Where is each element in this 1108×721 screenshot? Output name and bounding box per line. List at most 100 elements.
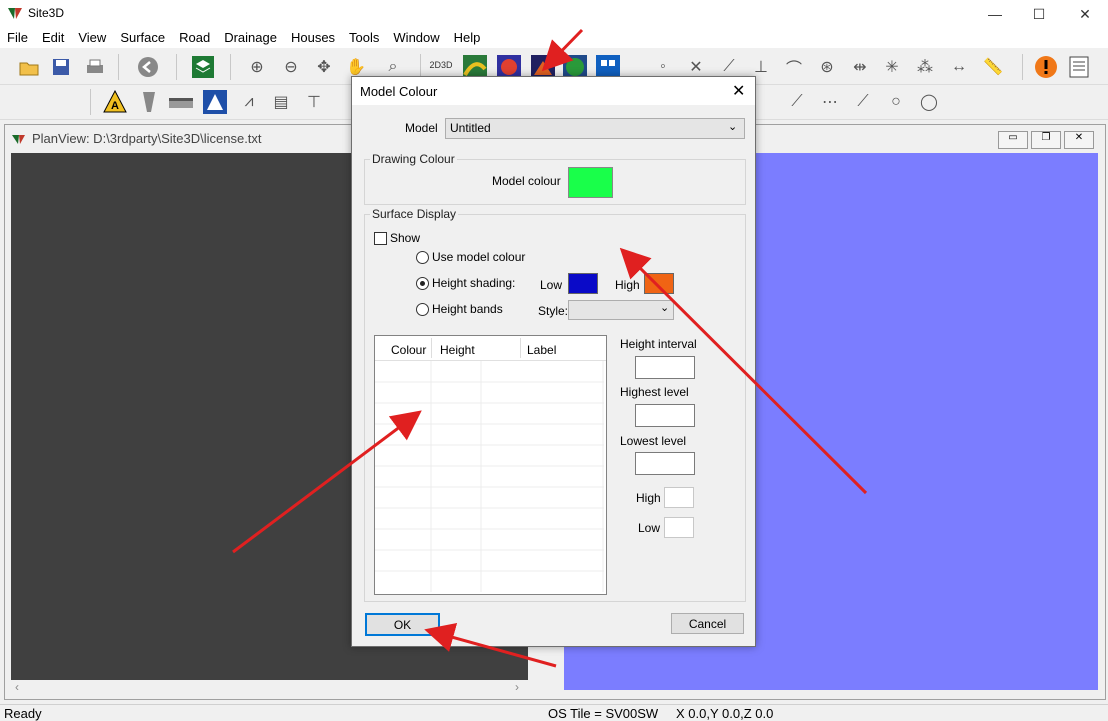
column-height: Height [440,343,475,357]
maximize-button[interactable]: ☐ [1016,0,1062,28]
menu-surface[interactable]: Surface [113,28,172,48]
menu-window[interactable]: Window [386,28,446,48]
dialog-close-icon[interactable]: ✕ [732,81,745,101]
chevron-down-icon: ⌄ [728,121,738,133]
report-icon[interactable] [1066,54,1092,80]
app-logo-icon [7,6,23,20]
height-bands-table[interactable]: Colour Height Label [374,335,607,595]
low-colour-label: Low [540,278,563,292]
surface-display-label: Surface Display [370,207,459,221]
scroll-left-icon[interactable]: ‹ [15,680,19,694]
table-grid [375,361,604,592]
style-label: Style: [538,304,569,318]
ramp-icon[interactable]: ⩘ [236,89,262,115]
back-arrow-icon[interactable] [135,54,161,80]
menu-drainage[interactable]: Drainage [217,28,284,48]
height-interval-input[interactable] [635,356,695,379]
model-colour-label: Model colour [492,174,561,188]
highest-level-input[interactable] [635,404,695,427]
horizontal-scrollbar[interactable]: ‹ › [11,680,528,695]
zoom-out-icon[interactable]: ⊖ [278,54,304,80]
save-icon[interactable] [48,54,74,80]
drawing-colour-label: Drawing Colour [370,152,457,166]
table-header: Colour Height Label [375,336,606,361]
coords-text: X 0.0,Y 0.0,Z 0.0 [676,706,774,721]
column-colour: Colour [391,343,427,357]
ok-button[interactable]: OK [365,613,440,636]
road-section-icon[interactable] [136,89,162,115]
model-colour-dialog: Model Colour ✕ Model Untitled ⌄ Drawing … [351,76,756,647]
show-checkbox[interactable] [374,232,387,245]
move-tool-icon[interactable]: ⇹ [847,54,873,80]
table-icon[interactable]: ▤ [268,89,294,115]
column-label: Label [527,343,557,357]
height-shading-label: Height shading: [432,276,516,290]
dimension-tool-icon[interactable]: ↔ [946,54,972,80]
menu-bar: File Edit View Surface Road Drainage Hou… [0,28,1108,48]
use-model-colour-radio[interactable] [416,251,429,264]
ruler-tool-icon[interactable]: 📏 [980,54,1006,80]
high-colour-label: High [615,278,640,292]
model-select[interactable]: Untitled ⌄ [445,118,745,139]
road-warning-icon[interactable]: A [102,89,128,115]
points-tool-icon[interactable]: ⁂ [912,54,938,80]
menu-houses[interactable]: Houses [284,28,342,48]
menu-road[interactable]: Road [172,28,217,48]
horizontal-dim-icon[interactable]: ⋯ [817,89,843,115]
height-interval-label: Height interval [620,337,697,351]
model-label: Model [405,121,438,135]
menu-tools[interactable]: Tools [342,28,386,48]
menu-file[interactable]: File [0,28,35,48]
zoom-in-icon[interactable]: ⊕ [244,54,270,80]
high-colour-swatch[interactable] [644,273,674,294]
dialog-title-bar: Model Colour ✕ [352,77,755,105]
warning-icon[interactable] [1033,54,1059,80]
circle-tool-icon[interactable]: ◯ [916,89,942,115]
model-colour-swatch[interactable] [568,167,613,198]
lowest-level-label: Lowest level [620,434,687,448]
open-folder-icon[interactable] [16,54,42,80]
plan-view-logo-icon [12,133,26,148]
plan-close-button[interactable]: ✕ [1064,131,1094,149]
style-chevron-down-icon: ⌄ [660,302,670,314]
close-button[interactable]: ✕ [1062,0,1108,28]
status-bar: Ready OS Tile = SV00SW X 0.0,Y 0.0,Z 0.0 [0,704,1108,721]
style-select[interactable]: ⌄ [568,300,674,320]
status-text: Ready [4,706,42,721]
layers-icon[interactable] [190,54,216,80]
dialog-title: Model Colour [360,84,438,99]
mode-2d3d-icon[interactable]: 2D3D [428,52,454,78]
zoom-extents-icon[interactable]: ✥ [311,54,337,80]
low-level-label: Low [638,521,661,535]
menu-help[interactable]: Help [447,28,488,48]
kerb-icon[interactable] [168,89,194,115]
high-level-input[interactable] [664,487,694,508]
low-level-input[interactable] [664,517,694,538]
low-colour-swatch[interactable] [568,273,598,294]
height-bands-radio[interactable] [416,303,429,316]
polyline-tool-icon[interactable]: ⟋ [784,89,810,115]
menu-edit[interactable]: Edit [35,28,71,48]
target-tool-icon[interactable]: ⊛ [814,54,840,80]
cancel-button[interactable]: Cancel [671,613,744,634]
print-icon[interactable] [82,54,108,80]
explode-tool-icon[interactable]: ✳ [879,54,905,80]
show-label: Show [390,231,421,245]
arc-tool-icon[interactable]: ⌒ [781,54,807,80]
height-shading-radio[interactable] [416,277,429,290]
lowest-level-input[interactable] [635,452,695,475]
scroll-right-icon[interactable]: › [515,680,519,694]
diagonal-line-icon[interactable]: ⟋ [850,89,876,115]
model-select-value: Untitled [450,121,491,135]
plan-restore-button[interactable]: ❐ [1031,131,1061,149]
svg-text:A: A [111,100,119,112]
plan-minimize-button[interactable]: ▭ [998,131,1028,149]
menu-view[interactable]: View [71,28,113,48]
high-level-label: High [636,491,661,505]
circle-point-icon[interactable]: ○ [883,89,909,115]
minimize-button[interactable]: — [972,0,1018,28]
highest-level-label: Highest level [620,385,689,399]
title-bar: Site3D — ☐ ✕ [0,0,1108,28]
crossing-icon[interactable] [202,89,228,115]
pipe-icon[interactable]: ⊤ [301,89,327,115]
